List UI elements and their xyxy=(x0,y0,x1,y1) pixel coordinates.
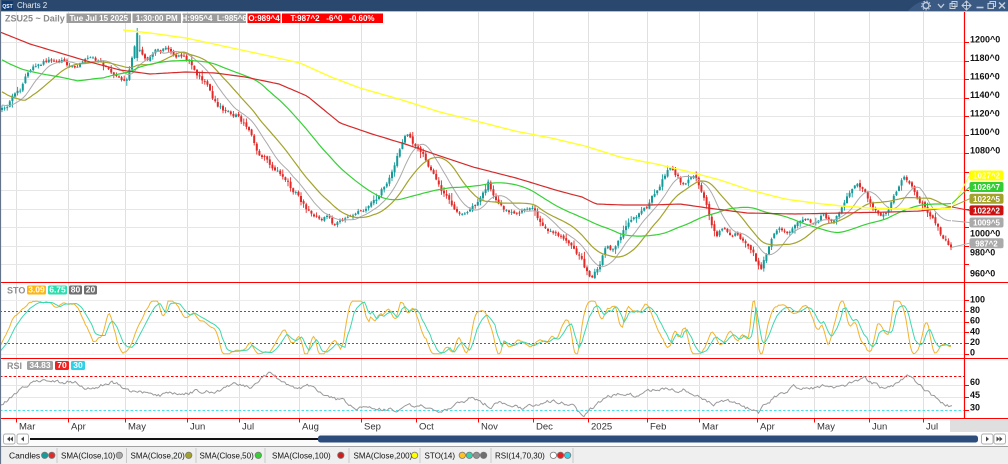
svg-text:Aug: Aug xyxy=(302,422,319,433)
svg-text:1080^0: 1080^0 xyxy=(970,146,1000,156)
svg-text:987^2: 987^2 xyxy=(975,239,998,248)
svg-text:1022^5: 1022^5 xyxy=(973,195,1000,204)
svg-text:1027^2: 1027^2 xyxy=(973,172,1000,181)
svg-text:Charts 2: Charts 2 xyxy=(17,1,48,10)
svg-text:1022^2: 1022^2 xyxy=(973,207,1000,216)
svg-text:980^0: 980^0 xyxy=(970,248,995,258)
svg-text:Jul: Jul xyxy=(242,422,254,433)
svg-text:Apr: Apr xyxy=(71,422,86,433)
svg-text:60: 60 xyxy=(970,377,980,387)
svg-text:Tue Jul 15 2025: Tue Jul 15 2025 xyxy=(70,14,129,23)
svg-text:Jun: Jun xyxy=(190,422,205,433)
svg-text:Candles: Candles xyxy=(9,450,40,460)
svg-text:Nov: Nov xyxy=(481,422,498,433)
svg-text:0: 0 xyxy=(970,348,975,358)
svg-text:1009^5: 1009^5 xyxy=(973,219,1000,228)
svg-text:Mar: Mar xyxy=(19,422,35,433)
svg-text:Jul: Jul xyxy=(926,422,938,433)
svg-text:1140^0: 1140^0 xyxy=(970,90,1000,100)
svg-text:100: 100 xyxy=(970,294,985,304)
svg-text:SMA(Close,20): SMA(Close,20) xyxy=(131,451,186,460)
svg-text:1100^0: 1100^0 xyxy=(970,127,1000,137)
svg-text:80: 80 xyxy=(970,305,980,315)
svg-text:1160^0: 1160^0 xyxy=(970,72,1000,82)
svg-text:STO: STO xyxy=(7,286,25,296)
svg-text:1120^0: 1120^0 xyxy=(970,109,1000,119)
svg-text:30: 30 xyxy=(73,360,83,370)
svg-text:SMA(Close,200): SMA(Close,200) xyxy=(354,451,413,460)
svg-text:2025: 2025 xyxy=(591,422,612,433)
svg-text:STO(14): STO(14) xyxy=(425,451,456,460)
svg-text:70: 70 xyxy=(57,360,67,370)
svg-text:1026^7: 1026^7 xyxy=(973,183,1000,192)
svg-text:40: 40 xyxy=(970,326,980,336)
svg-text:H:995^4 L:985^6: H:995^4 L:985^6 xyxy=(182,14,248,23)
svg-text:960^0: 960^0 xyxy=(970,269,995,279)
svg-text:1200^0: 1200^0 xyxy=(970,35,1000,45)
svg-text:Sep: Sep xyxy=(364,422,381,433)
svg-text:Mar: Mar xyxy=(702,422,718,433)
svg-text:45: 45 xyxy=(970,390,980,400)
svg-text:80: 80 xyxy=(71,285,81,295)
svg-text:6.75: 6.75 xyxy=(49,285,66,295)
svg-text:3.09: 3.09 xyxy=(28,285,45,295)
svg-text:Feb: Feb xyxy=(650,422,666,433)
svg-text:QST: QST xyxy=(2,4,12,10)
svg-text:1:30:00 PM: 1:30:00 PM xyxy=(136,14,178,23)
svg-text:May: May xyxy=(817,422,835,433)
svg-text:20: 20 xyxy=(970,337,980,347)
svg-text:SMA(Close,50): SMA(Close,50) xyxy=(200,451,255,460)
svg-text:SMA(Close,10): SMA(Close,10) xyxy=(61,451,116,460)
svg-text:60: 60 xyxy=(970,316,980,326)
svg-text:T:987^2 -6^0 -0.60%: T:987^2 -6^0 -0.60% xyxy=(290,14,374,23)
svg-text:20: 20 xyxy=(86,285,96,295)
svg-text:RSI: RSI xyxy=(7,361,22,371)
svg-text:Oct: Oct xyxy=(419,422,434,433)
svg-text:SMA(Close,100): SMA(Close,100) xyxy=(272,451,331,460)
svg-text:Jun: Jun xyxy=(872,422,887,433)
svg-text:Dec: Dec xyxy=(536,422,553,433)
svg-text:Apr: Apr xyxy=(760,422,775,433)
svg-text:1000^0: 1000^0 xyxy=(970,229,1000,239)
svg-text:ZSU25 ~ Daily: ZSU25 ~ Daily xyxy=(5,14,65,24)
svg-text:May: May xyxy=(128,422,146,433)
svg-text:O:989^4: O:989^4 xyxy=(248,14,280,23)
svg-text:RSI(14,70,30): RSI(14,70,30) xyxy=(495,451,545,460)
svg-text:30: 30 xyxy=(970,403,980,413)
svg-text:34.83: 34.83 xyxy=(29,360,51,370)
svg-text:1180^0: 1180^0 xyxy=(970,53,1000,63)
